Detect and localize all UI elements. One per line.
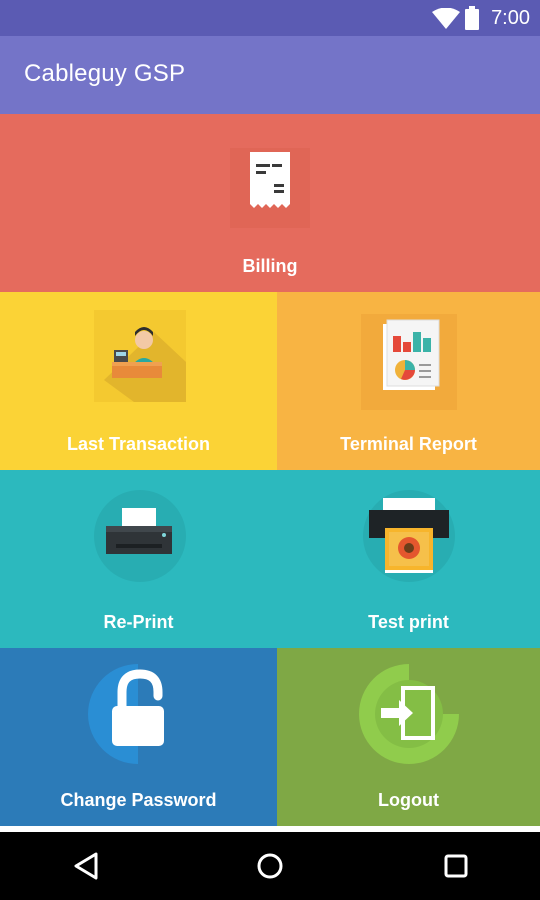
billing-label: Billing: [242, 256, 298, 276]
last-transaction-tile[interactable]: Last Transaction: [0, 292, 277, 470]
status-time: 7:00: [491, 7, 530, 29]
last-transaction-label: Last Transaction: [66, 434, 211, 454]
change-password-label: Change Password: [60, 790, 217, 810]
terminal-report-tile[interactable]: Terminal Report: [277, 292, 540, 470]
test-print-tile[interactable]: Test print: [277, 470, 540, 648]
unlock-icon: [88, 664, 164, 764]
photo-printer-icon: [363, 490, 455, 582]
terminal-report-label: Terminal Report: [340, 434, 477, 454]
app-bar: Cableguy GSP: [0, 36, 540, 114]
reprint-label: Re-Print: [103, 612, 174, 632]
cashier-icon: [94, 310, 186, 402]
reprint-tile[interactable]: Re-Print: [0, 470, 277, 648]
battery-icon: [465, 6, 479, 30]
test-print-label: Test print: [368, 612, 449, 632]
logout-door-icon: [359, 664, 459, 764]
receipt-icon: [230, 148, 310, 228]
nav-bar: [0, 832, 540, 900]
change-password-tile[interactable]: Change Password: [0, 648, 277, 826]
back-icon[interactable]: [72, 846, 100, 886]
printer-icon: [94, 490, 186, 582]
billing-tile[interactable]: Billing: [0, 114, 540, 292]
logout-tile[interactable]: Logout: [277, 648, 540, 826]
status-bar: 7:00: [0, 0, 540, 36]
wifi-icon: [432, 8, 460, 29]
report-icon: [361, 314, 457, 410]
recents-icon[interactable]: [442, 846, 470, 886]
logout-label: Logout: [378, 790, 439, 810]
home-icon[interactable]: [256, 846, 284, 886]
app-title: Cableguy GSP: [24, 60, 186, 87]
